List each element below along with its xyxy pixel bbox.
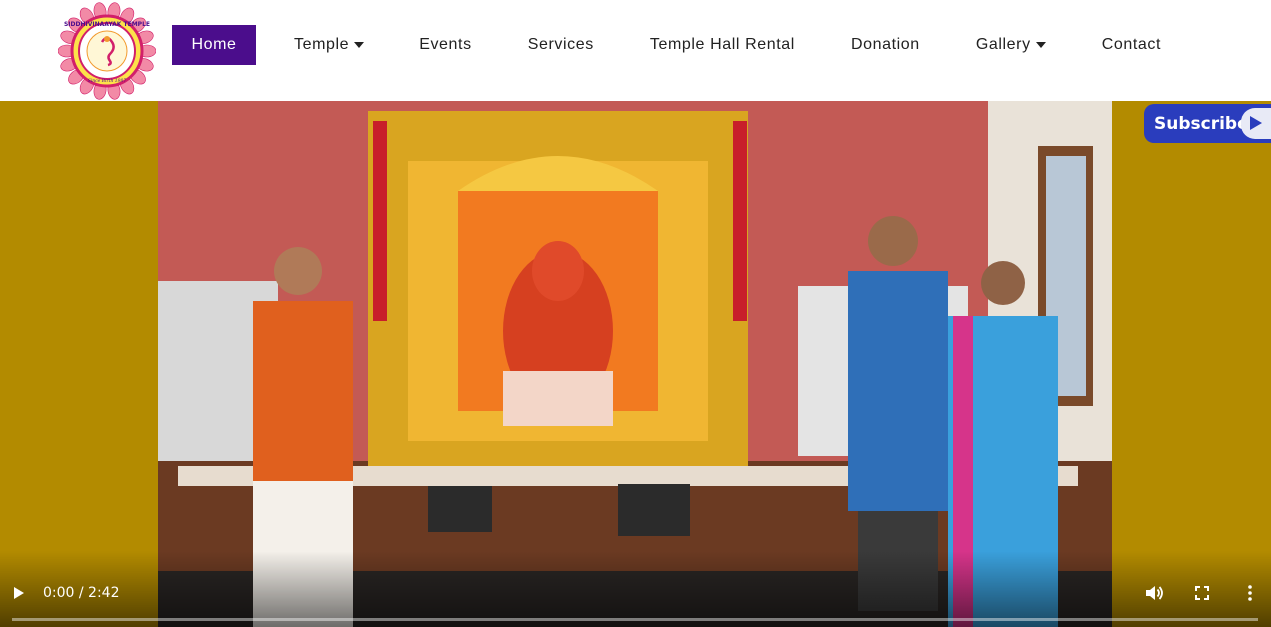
site-header: SIDDHIVINAAYAK TEMPLE Since Birth 1987 H…	[0, 0, 1271, 101]
fullscreen-button[interactable]	[1192, 584, 1212, 602]
nav-item-donation[interactable]: Donation	[851, 25, 920, 65]
nav-item-gallery[interactable]: Gallery	[976, 25, 1046, 65]
video-controls-bar	[0, 551, 1271, 627]
time-display: 0:00 / 2:42	[43, 585, 120, 601]
more-vert-icon	[1248, 585, 1252, 601]
nav-item-temple[interactable]: Temple	[294, 25, 365, 65]
more-options-button[interactable]	[1240, 584, 1260, 602]
nav-item-home[interactable]: Home	[172, 25, 256, 65]
play-icon	[1241, 108, 1271, 139]
nav-item-label: Temple Hall Rental	[649, 36, 795, 53]
temple-video-still	[158, 101, 1112, 627]
nav-item-label: Contact	[1101, 36, 1162, 53]
logo-tagline: Since Birth 1987	[88, 78, 127, 84]
nav-item-events[interactable]: Events	[419, 25, 472, 65]
subscribe-label: Subscribe	[1154, 113, 1249, 134]
caret-down-icon	[1035, 42, 1046, 48]
nav-item-label: Gallery	[975, 36, 1031, 53]
main-nav: Home Temple Events Services Temple Hall …	[172, 25, 1161, 65]
subscribe-button[interactable]: Subscribe	[1144, 104, 1271, 143]
logo-wordmark: SIDDHIVINAAYAK TEMPLE	[64, 21, 150, 28]
video-progress-bar[interactable]	[12, 618, 1258, 621]
temple-logo-icon: SIDDHIVINAAYAK TEMPLE Since Birth 1987	[57, 2, 157, 100]
video-player[interactable]	[0, 101, 1271, 627]
nav-item-contact[interactable]: Contact	[1102, 25, 1161, 65]
nav-item-label: Home	[191, 36, 237, 53]
video-frame[interactable]	[158, 101, 1112, 627]
nav-item-label: Services	[527, 36, 594, 53]
temple-logo[interactable]: SIDDHIVINAAYAK TEMPLE Since Birth 1987	[57, 2, 157, 100]
nav-item-label: Events	[419, 36, 472, 53]
caret-down-icon	[354, 42, 365, 48]
volume-icon	[1146, 586, 1163, 600]
volume-button[interactable]	[1144, 584, 1164, 602]
nav-item-services[interactable]: Services	[528, 25, 594, 65]
play-button[interactable]	[10, 584, 28, 602]
nav-item-temple-hall-rental[interactable]: Temple Hall Rental	[650, 25, 795, 65]
nav-item-label: Donation	[850, 36, 920, 53]
nav-item-label: Temple	[294, 36, 350, 53]
fullscreen-icon	[1195, 586, 1209, 600]
